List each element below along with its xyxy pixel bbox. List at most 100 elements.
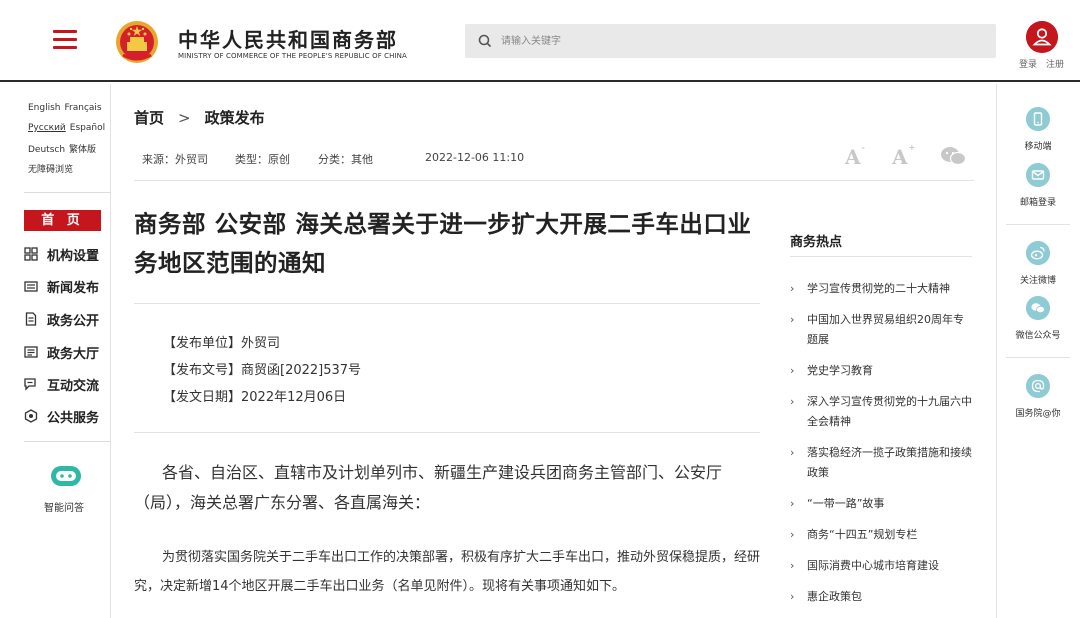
hot-topic-item[interactable]: › 商务“十四五”规划专栏 — [790, 525, 972, 545]
nav-item-disclosure[interactable]: 政务公开 — [24, 309, 108, 329]
divider — [1006, 224, 1070, 225]
hot-topic-item[interactable]: › 党史学习教育 — [790, 361, 972, 381]
chevron-right-icon: › — [790, 528, 795, 541]
article-issue-date: 【发文日期】2022年12月06日 — [163, 390, 347, 405]
language-row-2: Русский Español — [28, 123, 109, 133]
user-avatar-icon[interactable] — [1026, 21, 1058, 53]
login-links: 登录 注册 — [1019, 57, 1064, 70]
nav-label: 公共服务 — [47, 411, 100, 426]
hall-icon — [24, 346, 38, 358]
meta-type: 类型：原创 — [235, 153, 290, 166]
rs-label: 关注微博 — [1019, 276, 1056, 286]
chevron-right-icon: › — [790, 282, 795, 295]
search-icon[interactable] — [477, 33, 493, 49]
ai-assistant-icon[interactable] — [50, 464, 82, 488]
accessibility-link[interactable]: 无障碍浏览 — [28, 165, 73, 175]
lang-spanish[interactable]: Español — [70, 123, 105, 133]
article-issuer: 【发布单位】外贸司 — [163, 336, 281, 351]
divider — [134, 432, 760, 433]
chevron-right-icon: › — [790, 497, 795, 510]
lang-french[interactable]: Français — [65, 103, 102, 113]
org-grid-icon — [24, 247, 38, 261]
hot-topics-title: 商务热点 — [790, 235, 843, 250]
meta-date: 2022-12-06 11:10 — [425, 151, 525, 164]
chevron-right-icon: › — [790, 446, 795, 459]
article-salutation: 各省、自治区、直辖市及计划单列市、新疆生产建设兵团商务主管部门、公安厅（局），海… — [134, 463, 723, 512]
search-input[interactable] — [501, 31, 981, 51]
site-title[interactable]: 中华人民共和国商务部 — [178, 24, 398, 53]
rs-label: 移动端 — [1024, 142, 1052, 152]
rs-item-mobile[interactable]: 移动端 — [996, 107, 1080, 152]
wechat-icon — [1026, 296, 1050, 320]
divider — [24, 441, 111, 442]
lang-traditional-chinese[interactable]: 繁体版 — [69, 145, 96, 155]
register-link[interactable]: 注册 — [1046, 60, 1064, 70]
nav-item-hall[interactable]: 政务大厅 — [24, 342, 108, 362]
chevron-right-icon: › — [790, 559, 795, 572]
nav-label: 机构设置 — [47, 249, 100, 264]
mail-icon — [1026, 163, 1050, 187]
meta-category: 分类：其他 — [318, 153, 373, 166]
language-row-1: English Français — [28, 103, 106, 113]
ai-assistant-label[interactable]: 智能问答 — [44, 499, 84, 514]
rs-item-weibo[interactable]: 关注微博 — [996, 241, 1080, 286]
hot-topic-item[interactable]: › 国际消费中心城市培育建设 — [790, 556, 972, 576]
rs-item-wechat[interactable]: 微信公众号 — [996, 296, 1080, 341]
chat-icon — [24, 378, 36, 391]
lang-german[interactable]: Deutsch — [28, 145, 65, 155]
nav-item-services[interactable]: 公共服务 — [24, 406, 108, 426]
news-icon — [24, 281, 38, 292]
chevron-right-icon: › — [790, 395, 795, 408]
national-emblem-logo[interactable] — [113, 17, 161, 65]
nav-item-org[interactable]: 机构设置 — [24, 244, 108, 264]
nav-item-news[interactable]: 新闻发布 — [24, 276, 108, 296]
hot-topic-item[interactable]: › 落实稳经济一揽子政策措施和接续政策 — [790, 443, 972, 483]
hot-topic-item[interactable]: › 深入学习宣传贯彻党的十九届六中全会精神 — [790, 392, 972, 432]
rs-label: 邮箱登录 — [1019, 198, 1056, 208]
font-increase-icon[interactable]: A+ — [892, 142, 915, 169]
rs-label: 微信公众号 — [1015, 331, 1061, 341]
rs-label: 国务院@你 — [1015, 409, 1061, 419]
search-bar[interactable] — [465, 24, 996, 58]
wechat-share-icon[interactable] — [940, 146, 966, 166]
lang-english[interactable]: English — [28, 103, 61, 113]
left-sidebar: English Français Русский Español Deutsch 繁体… — [0, 84, 111, 618]
divider — [790, 256, 972, 257]
nav-label: 互动交流 — [47, 379, 100, 394]
breadcrumb-home[interactable]: 首页 — [134, 109, 164, 127]
divider — [1006, 357, 1070, 358]
nav-label: 政务大厅 — [47, 347, 100, 362]
document-icon — [25, 312, 37, 326]
language-row-3: Deutsch 繁体版 — [28, 142, 100, 155]
article-paragraph: 为贯彻落实国务院关于二手车出口工作的决策部署，积极有序扩大二手车出口，推动外贸保… — [134, 550, 761, 594]
divider — [134, 303, 760, 304]
lang-russian[interactable]: Русский — [28, 123, 66, 133]
site-header: 中华人民共和国商务部 MINISTRY OF COMMERCE OF THE P… — [0, 0, 1080, 82]
login-link[interactable]: 登录 — [1019, 60, 1037, 70]
hot-topic-item[interactable]: › “一带一路”故事 — [790, 494, 972, 514]
site-subtitle: MINISTRY OF COMMERCE OF THE PEOPLE'S REP… — [178, 52, 407, 60]
font-decrease-icon[interactable]: A- — [845, 142, 865, 169]
hot-topic-item[interactable]: › 惠企政策包 — [790, 587, 972, 607]
nav-label: 新闻发布 — [47, 281, 100, 296]
rs-item-mail[interactable]: 邮箱登录 — [996, 163, 1080, 208]
mobile-icon — [1026, 107, 1050, 131]
rs-item-state-council[interactable]: 国务院@你 — [996, 374, 1080, 419]
breadcrumb-current[interactable]: 政策发布 — [205, 109, 265, 127]
hot-topic-item[interactable]: › 学习宣传贯彻党的二十大精神 — [790, 279, 972, 299]
chevron-right-icon: › — [790, 364, 795, 377]
chevron-right-icon: › — [790, 313, 795, 326]
accessibility-link-row: 无障碍浏览 — [28, 162, 77, 175]
hot-topic-item[interactable]: › 中国加入世界贸易组织20周年专题展 — [790, 310, 972, 350]
divider — [134, 180, 974, 181]
meta-source: 来源：外贸司 — [142, 153, 208, 166]
chevron-right-icon: › — [790, 590, 795, 603]
weibo-icon — [1026, 241, 1050, 265]
menu-icon[interactable] — [53, 30, 77, 50]
nav-item-interaction[interactable]: 互动交流 — [24, 374, 108, 394]
breadcrumb-separator: > — [178, 109, 191, 127]
nav-label: 政务公开 — [47, 314, 100, 329]
service-icon — [24, 409, 38, 423]
article-title: 商务部 公安部 海关总署关于进一步扩大开展二手车出口业务地区范围的通知 — [134, 210, 752, 277]
nav-home-button[interactable]: 首 页 — [24, 210, 101, 231]
